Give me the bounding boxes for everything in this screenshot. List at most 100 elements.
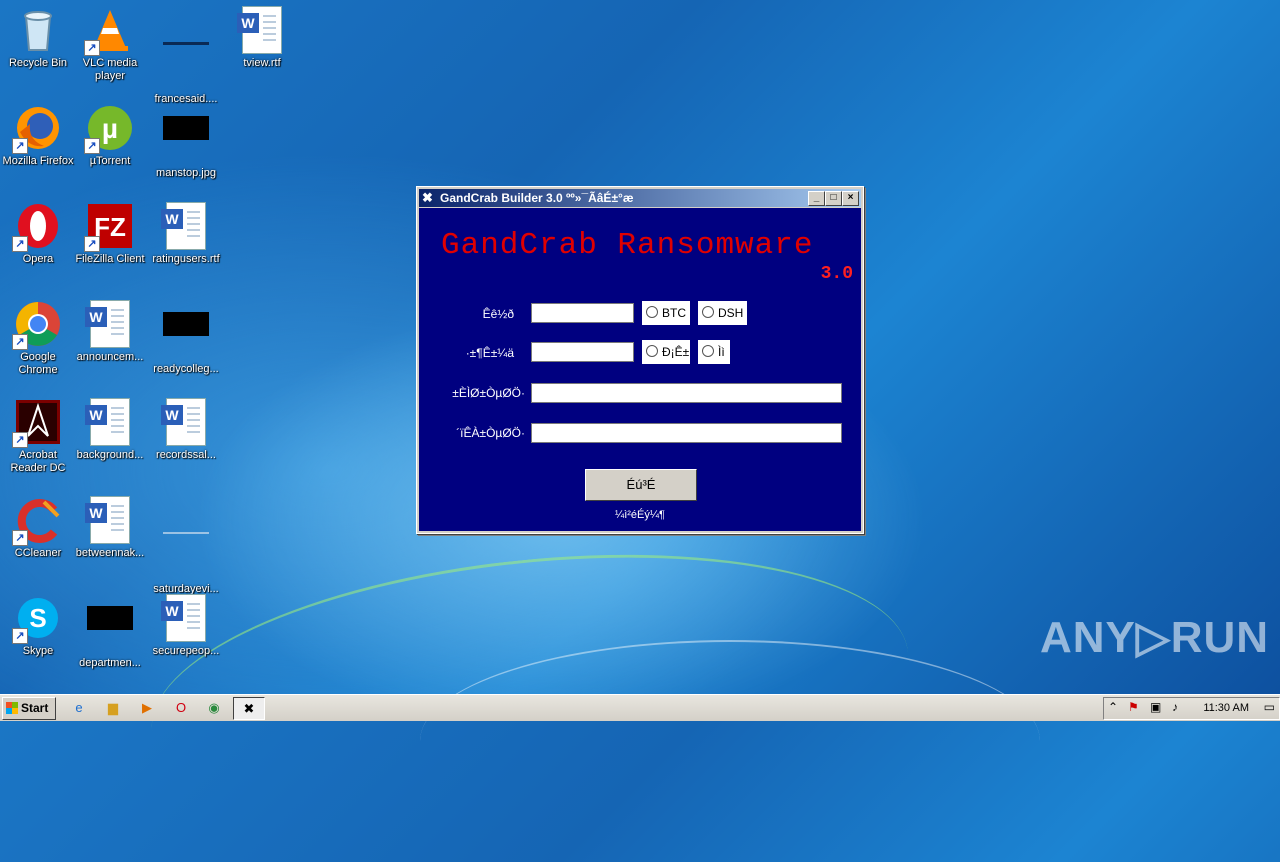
desktop-icon-recycle-bin[interactable]: Recycle Bin bbox=[0, 6, 76, 70]
action-center-icon[interactable]: ⚑ bbox=[1128, 700, 1139, 714]
minimize-button[interactable]: _ bbox=[808, 191, 825, 206]
folder-icon[interactable]: ▆ bbox=[104, 699, 122, 717]
desktop-icon-announcem[interactable]: W announcem... bbox=[72, 300, 148, 364]
desktop-icon-acrobat[interactable]: ↗ Acrobat Reader DC bbox=[0, 398, 76, 475]
shortcut-arrow-icon: ↗ bbox=[12, 334, 28, 350]
shortcut-arrow-icon: ↗ bbox=[84, 40, 100, 56]
image-file-icon bbox=[162, 116, 210, 164]
ransomware-heading: GandCrab Ransomware bbox=[441, 228, 814, 263]
clock[interactable]: 11:30 AM bbox=[1203, 702, 1249, 714]
shortcut-arrow-icon: ↗ bbox=[12, 138, 28, 154]
desktop-icon-utorrent[interactable]: µ ↗ µTorrent bbox=[72, 104, 148, 168]
windows-logo-icon bbox=[6, 702, 18, 714]
desktop-icon-filezilla[interactable]: FZ ↗ FileZilla Client bbox=[72, 202, 148, 266]
desktop-icon-francesaid[interactable]: francesaid.... bbox=[148, 6, 224, 106]
desktop-icon-ratingusers[interactable]: W ratingusers.rtf bbox=[148, 202, 224, 266]
desktop-icon-label: Acrobat Reader DC bbox=[10, 449, 66, 474]
maximize-button[interactable]: □ bbox=[825, 191, 842, 206]
radio-days[interactable]: Ìì bbox=[698, 340, 730, 364]
desktop-icon-label: Opera bbox=[22, 253, 54, 265]
utorrent-icon: µ ↗ bbox=[84, 104, 134, 154]
generate-button[interactable]: Éú³É bbox=[585, 469, 697, 501]
desktop-icon-label: securepeop... bbox=[152, 645, 220, 657]
desktop-icon-label: tview.rtf bbox=[243, 57, 281, 69]
shortcut-arrow-icon: ↗ bbox=[84, 138, 100, 154]
taskbar-builder-task[interactable]: ✖ bbox=[233, 697, 265, 720]
media-player-icon[interactable]: ▶ bbox=[138, 699, 156, 717]
image-file-icon bbox=[86, 606, 134, 654]
window-client-area: GandCrab Ransomware 3.0 Êê½ð BTC DSH ·­±… bbox=[419, 208, 861, 531]
desktop-icon-securepeop[interactable]: W securepeop... bbox=[148, 594, 224, 658]
window-titlebar[interactable]: ✖ GandCrab Builder 3.0 ºº»¯ÃâÉ±°æ _ □ × bbox=[419, 189, 861, 207]
chrome-taskbar-icon[interactable]: ◉ bbox=[205, 699, 223, 717]
desktop-icon-vlc[interactable]: ↗ VLC media player bbox=[72, 6, 148, 83]
start-button[interactable]: Start bbox=[2, 697, 56, 720]
word-document-icon: W bbox=[85, 300, 134, 348]
word-document-icon: W bbox=[85, 496, 134, 544]
desktop-icon-label: µTorrent bbox=[89, 155, 131, 167]
shortcut-arrow-icon: ↗ bbox=[84, 236, 100, 252]
radio-btc[interactable]: BTC bbox=[642, 301, 690, 325]
desktop-icon-manstop[interactable]: manstop.jpg bbox=[148, 104, 224, 180]
acrobat-icon: ↗ bbox=[12, 398, 62, 448]
radio-label: DSH bbox=[718, 306, 744, 320]
chrome-icon: ↗ bbox=[12, 300, 62, 350]
desktop-icon-opera[interactable]: ↗ Opera bbox=[0, 202, 76, 266]
radio-label: Ð¡Ê± bbox=[662, 345, 690, 359]
desktop-icon-saturdayevi[interactable]: saturdayevi... bbox=[148, 496, 224, 596]
desktop-icon-departmen[interactable]: departmen... bbox=[72, 594, 148, 670]
internet-explorer-icon[interactable]: e bbox=[70, 699, 88, 717]
svg-text:S: S bbox=[29, 603, 46, 633]
radio-hours[interactable]: Ð¡Ê± bbox=[642, 340, 690, 364]
system-tray: ⌃ ⚑ ▣ ♪ 11:30 AM ▭ bbox=[1103, 697, 1280, 720]
word-document-icon: W bbox=[161, 202, 210, 250]
time-input[interactable] bbox=[531, 342, 634, 362]
desktop-icon-readycolleg[interactable]: readycolleg... bbox=[148, 300, 224, 376]
desktop-icon-label: background... bbox=[76, 449, 144, 461]
radio-dsh[interactable]: DSH bbox=[698, 301, 747, 325]
taskbar: Start e ▆ ▶ O ◉ ✖ ⌃ ⚑ ▣ ♪ 11:30 AM ▭ bbox=[0, 694, 1280, 721]
desktop-icon-tview[interactable]: W tview.rtf bbox=[224, 6, 300, 70]
tools-icon: ✖ bbox=[422, 190, 433, 205]
desktop-icon-label: readycolleg... bbox=[153, 363, 219, 375]
show-desktop-icon[interactable]: ▭ bbox=[1264, 700, 1275, 714]
desktop-icon-recordssal[interactable]: W recordssal... bbox=[148, 398, 224, 462]
svg-text:µ: µ bbox=[102, 113, 118, 144]
opera-taskbar-icon[interactable]: O bbox=[172, 699, 190, 717]
desktop-icon-label: recordssal... bbox=[156, 449, 216, 461]
desktop-icon-label: VLC media player bbox=[82, 57, 138, 82]
amount-input[interactable] bbox=[531, 303, 634, 323]
radio-circle-icon bbox=[702, 306, 714, 318]
dash-address-input[interactable] bbox=[531, 423, 842, 443]
network-icon[interactable]: ▣ bbox=[1150, 700, 1161, 714]
volume-icon[interactable]: ♪ bbox=[1172, 700, 1178, 714]
desktop-icon-ccleaner[interactable]: ↗ CCleaner bbox=[0, 496, 76, 560]
firefox-icon: ↗ bbox=[12, 104, 62, 154]
desktop-icon-label: Skype bbox=[22, 645, 54, 657]
vlc-icon: ↗ bbox=[84, 6, 134, 56]
start-label: Start bbox=[21, 701, 49, 715]
btc-address-input[interactable] bbox=[531, 383, 842, 403]
check-update-link[interactable]: ¼ì²éÉý¼¶ bbox=[419, 509, 861, 521]
shortcut-arrow-icon: ↗ bbox=[12, 628, 28, 644]
desktop-icon-skype[interactable]: S ↗ Skype bbox=[0, 594, 76, 658]
desktop-icon-label: ratingusers.rtf bbox=[152, 253, 220, 265]
file-icon bbox=[162, 42, 210, 90]
radio-circle-icon bbox=[646, 306, 658, 318]
desktop-icon-label: departmen... bbox=[79, 657, 141, 669]
desktop-icon-label: FileZilla Client bbox=[75, 253, 145, 265]
tools-icon: ✖ bbox=[243, 701, 255, 716]
file-icon bbox=[162, 532, 210, 580]
gandcrab-builder-window[interactable]: ✖ GandCrab Builder 3.0 ºº»¯ÃâÉ±°æ _ □ × … bbox=[416, 186, 864, 534]
close-button[interactable]: × bbox=[842, 191, 859, 206]
opera-icon: ↗ bbox=[12, 202, 62, 252]
image-file-icon bbox=[162, 312, 210, 360]
word-document-icon: W bbox=[161, 594, 210, 642]
desktop-icon-betweennak[interactable]: W betweennak... bbox=[72, 496, 148, 560]
ccleaner-icon: ↗ bbox=[12, 496, 62, 546]
desktop-icon-background[interactable]: W background... bbox=[72, 398, 148, 462]
tray-expand-icon[interactable]: ⌃ bbox=[1108, 700, 1118, 714]
desktop-icon-chrome[interactable]: ↗ Google Chrome bbox=[0, 300, 76, 377]
wallpaper-streak bbox=[420, 640, 1040, 842]
desktop-icon-firefox[interactable]: ↗ Mozilla Firefox bbox=[0, 104, 76, 168]
